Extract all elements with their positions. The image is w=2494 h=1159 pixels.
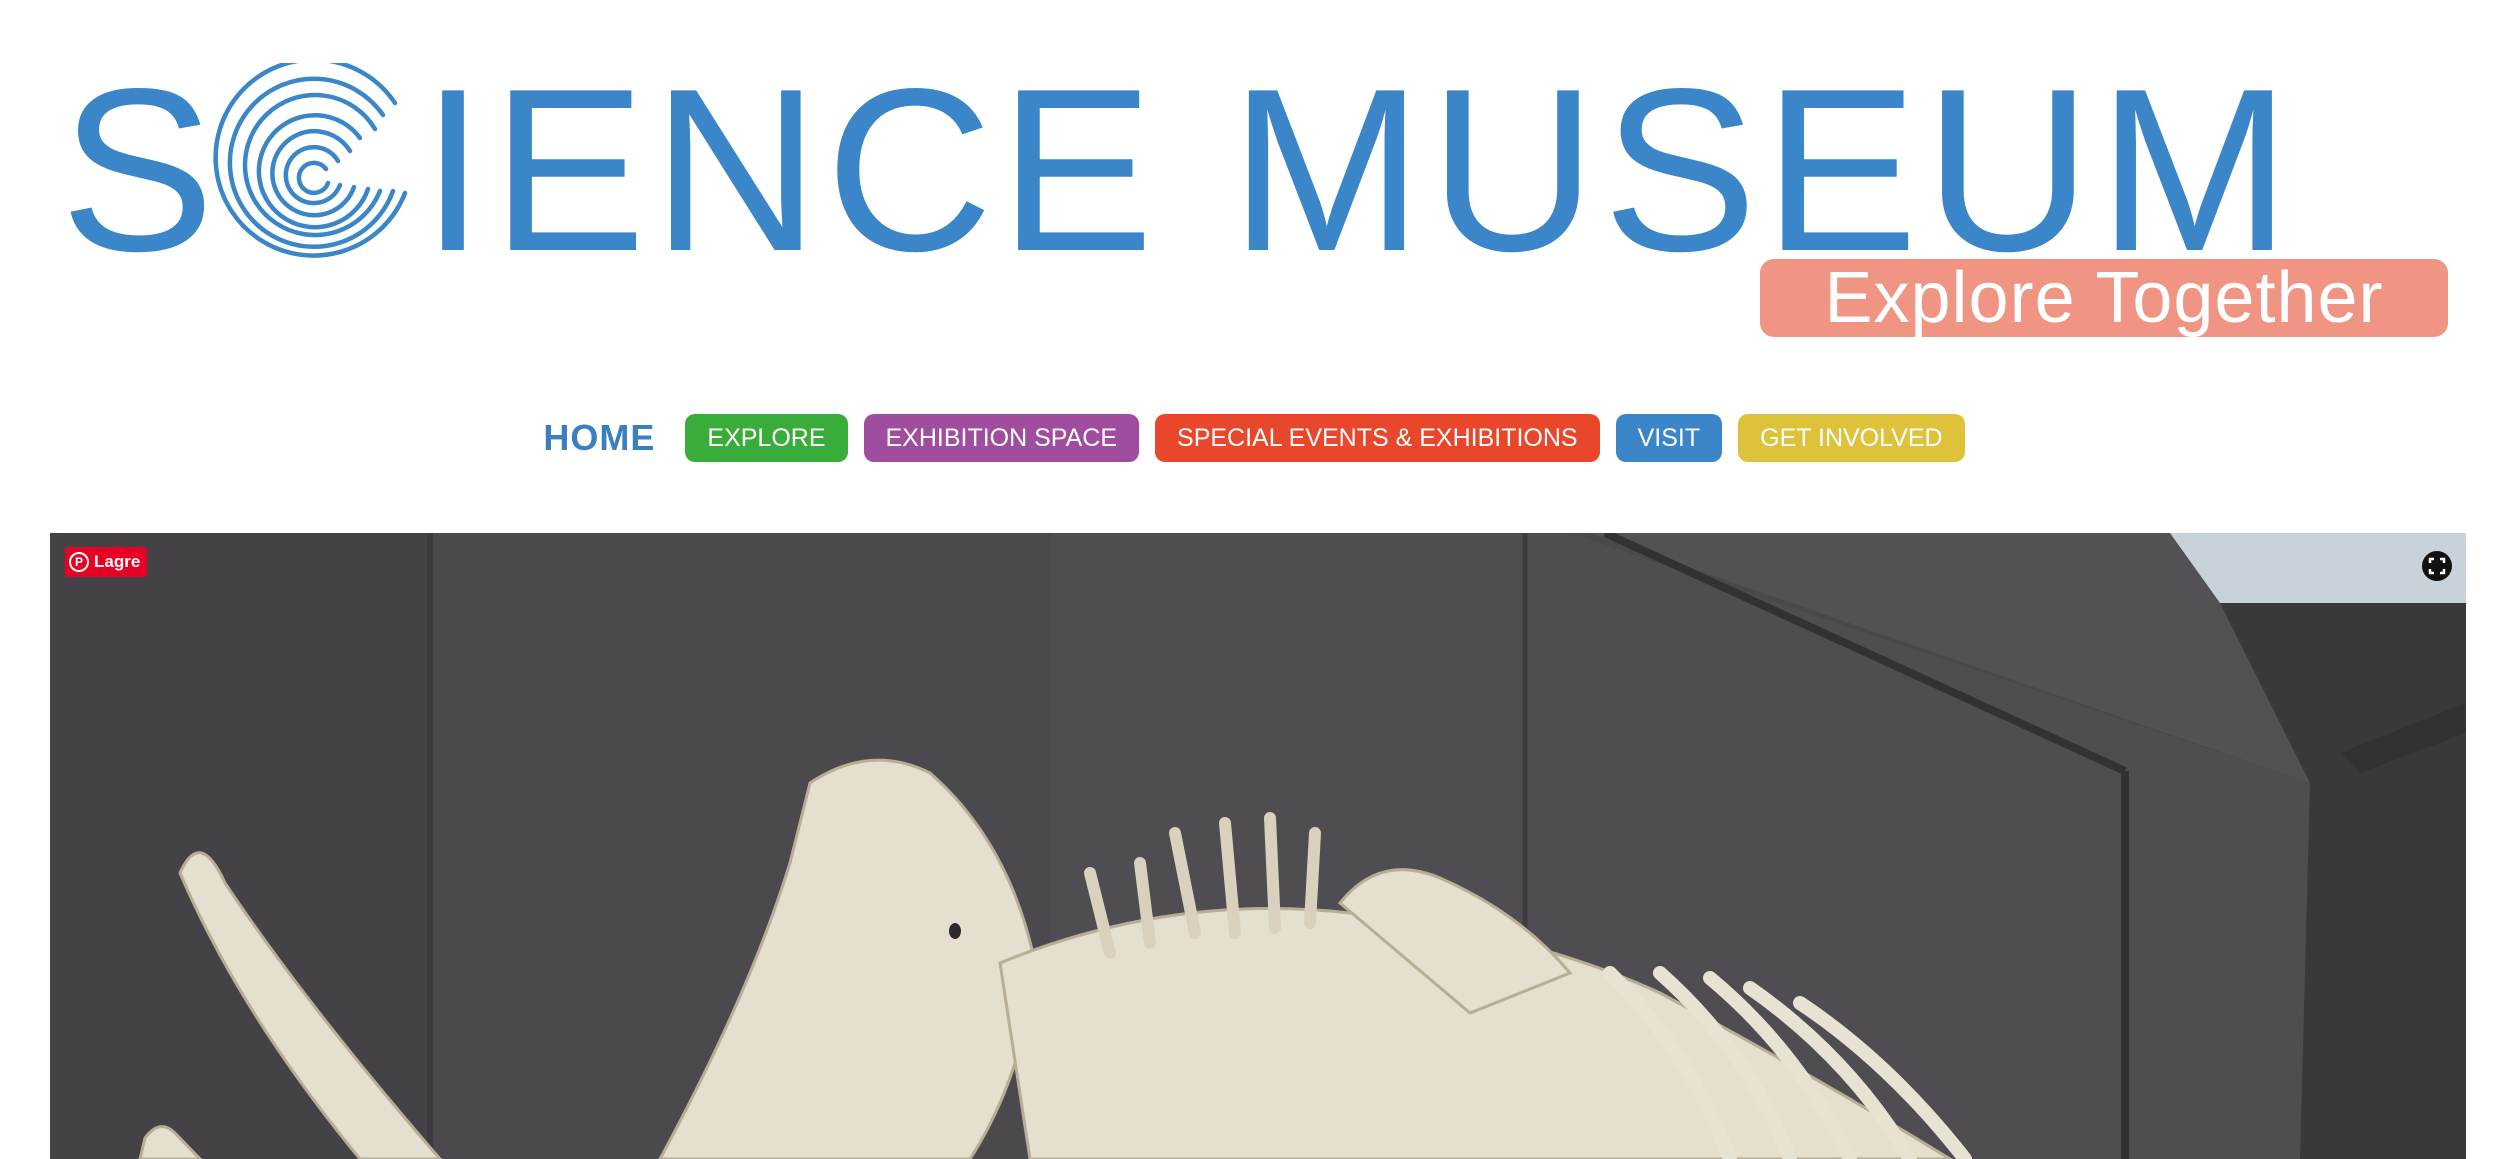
logo-letter: E — [999, 41, 1160, 300]
pinterest-icon: P — [69, 552, 89, 572]
nav-home-link[interactable]: HOME — [529, 417, 669, 459]
logo-letter: E — [491, 41, 652, 300]
nav-explore-button[interactable]: EXPLORE — [685, 414, 848, 462]
page: S IENCE MUSEUM Explore Together HOME EXPLO… — [0, 0, 2494, 1159]
nav-visit-button[interactable]: VISIT — [1615, 414, 1723, 462]
mammoth-skeleton-photo — [50, 533, 2466, 1159]
fullscreen-icon — [2428, 557, 2446, 575]
logo-letter: N — [651, 41, 826, 300]
nav-exhibition-space-button[interactable]: EXHIBITION SPACE — [863, 414, 1140, 462]
site-logo[interactable]: S IENCE MUSEUM Explore Together — [60, 55, 2460, 355]
logo-letter: M — [2097, 41, 2297, 300]
logo-letter: C — [825, 41, 1000, 300]
logo-letter: I — [420, 41, 492, 300]
tagline-badge: Explore Together — [1760, 259, 2448, 337]
hero-image: P Lagre — [50, 533, 2466, 1159]
main-nav: HOME EXPLORE EXHIBITION SPACE SPECIAL EV… — [0, 412, 2494, 464]
pin-button-label: Lagre — [94, 552, 141, 571]
logo-letter: S — [60, 41, 221, 300]
logo-letter: M — [1229, 41, 1430, 300]
fullscreen-button[interactable] — [2422, 551, 2452, 581]
logo-letter: U — [1429, 41, 1603, 300]
logo-letter: S — [1602, 41, 1764, 300]
nav-special-events-button[interactable]: SPECIAL EVENTS & EXHIBITIONS — [1155, 414, 1600, 462]
logo-letter: E — [1763, 41, 1925, 300]
logo-letter: U — [1924, 41, 2098, 300]
pinterest-save-button[interactable]: P Lagre — [65, 547, 148, 577]
nav-get-involved-button[interactable]: GET INVOLVED — [1738, 414, 1965, 462]
spiral-icon — [213, 63, 408, 258]
